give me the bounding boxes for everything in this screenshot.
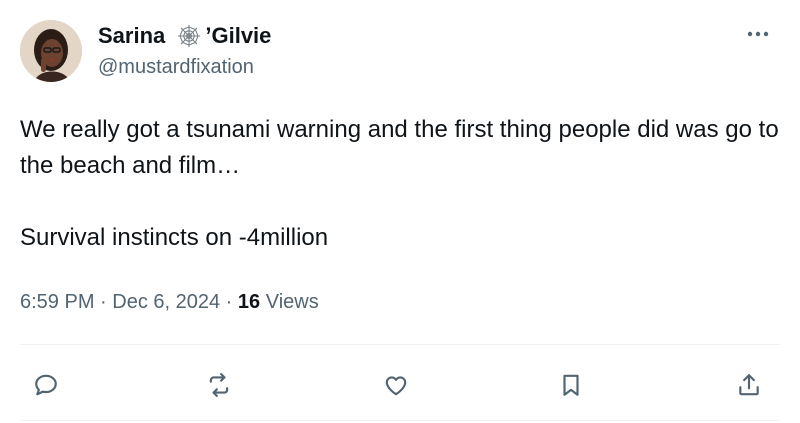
share-icon xyxy=(739,374,759,396)
speech-bubble-icon xyxy=(35,374,57,396)
avatar[interactable] xyxy=(20,20,82,82)
action-bar xyxy=(0,365,800,405)
author-handle[interactable]: @mustardfixation xyxy=(98,54,254,80)
heart-icon xyxy=(385,376,407,396)
author-name-first: Sarina xyxy=(98,23,172,48)
reply-button[interactable] xyxy=(26,365,66,405)
more-options-icon[interactable] xyxy=(744,22,772,46)
tweet-meta: 6:59 PM · Dec 6, 2024 · 16 Views xyxy=(20,288,319,316)
tweet-time[interactable]: 6:59 PM xyxy=(20,291,94,313)
tweet-text: We really got a tsunami warning and the … xyxy=(20,116,779,251)
share-button[interactable] xyxy=(729,365,769,405)
meta-separator: · xyxy=(220,291,238,313)
divider xyxy=(20,420,780,421)
bookmark-button[interactable] xyxy=(551,365,591,405)
spiderweb-icon xyxy=(177,24,201,48)
like-button[interactable] xyxy=(376,365,416,405)
repost-button[interactable] xyxy=(199,365,239,405)
views-count: 16 xyxy=(237,291,261,313)
divider xyxy=(20,344,780,345)
bookmark-icon xyxy=(563,374,579,396)
tweet-card: Sarina ’Gilvie @mustardfixation We reall… xyxy=(0,0,800,423)
author-name[interactable]: Sarina ’Gilvie xyxy=(98,22,271,50)
views-label: Views xyxy=(260,291,319,313)
repost-arrows-icon xyxy=(209,373,229,397)
meta-separator: · xyxy=(94,291,113,313)
tweet-date[interactable]: Dec 6, 2024 xyxy=(112,291,220,313)
author-name-last: ’Gilvie xyxy=(205,23,272,48)
